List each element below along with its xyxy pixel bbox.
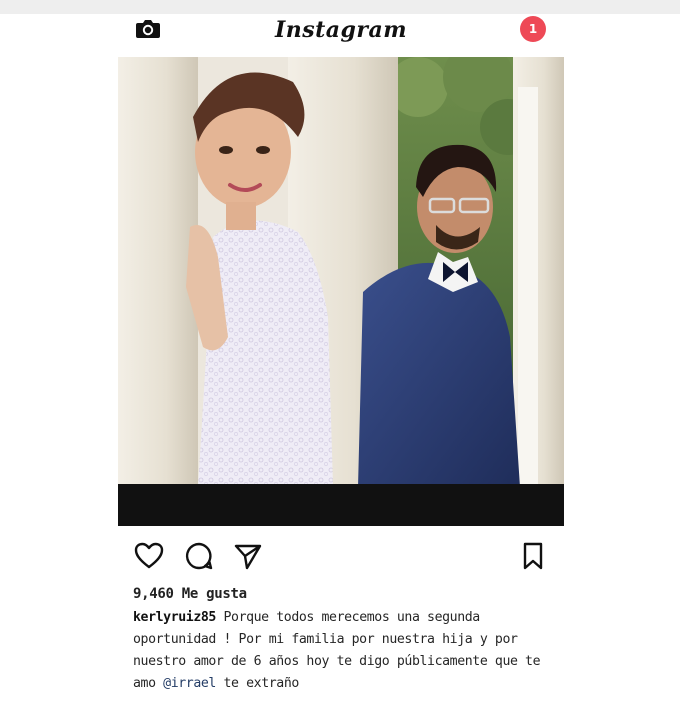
right-margin: [564, 14, 680, 701]
heart-icon[interactable]: [134, 541, 164, 571]
wedding-photo-image: [118, 57, 564, 526]
app-header: Instagram 1: [118, 14, 564, 54]
post-photo[interactable]: [118, 57, 564, 526]
top-frame-bar: [0, 0, 680, 14]
bookmark-icon[interactable]: [518, 541, 548, 571]
app-title: Instagram: [274, 17, 408, 43]
instagram-post-card: Instagram 1 9,460 Me gusta kerlyruiz85 P…: [118, 14, 564, 701]
post-actions: [118, 534, 564, 574]
send-icon[interactable]: [233, 541, 263, 571]
notification-badge[interactable]: 1: [520, 16, 546, 42]
comment-icon[interactable]: [184, 541, 214, 571]
post-caption: kerlyruiz85 Porque todos merecemos una s…: [133, 607, 553, 695]
caption-text-end: te extraño: [223, 676, 300, 691]
caption-username[interactable]: kerlyruiz85: [133, 610, 216, 625]
caption-mention[interactable]: @irrael: [163, 676, 216, 691]
left-margin: [0, 14, 118, 701]
likes-count[interactable]: 9,460 Me gusta: [133, 586, 247, 602]
